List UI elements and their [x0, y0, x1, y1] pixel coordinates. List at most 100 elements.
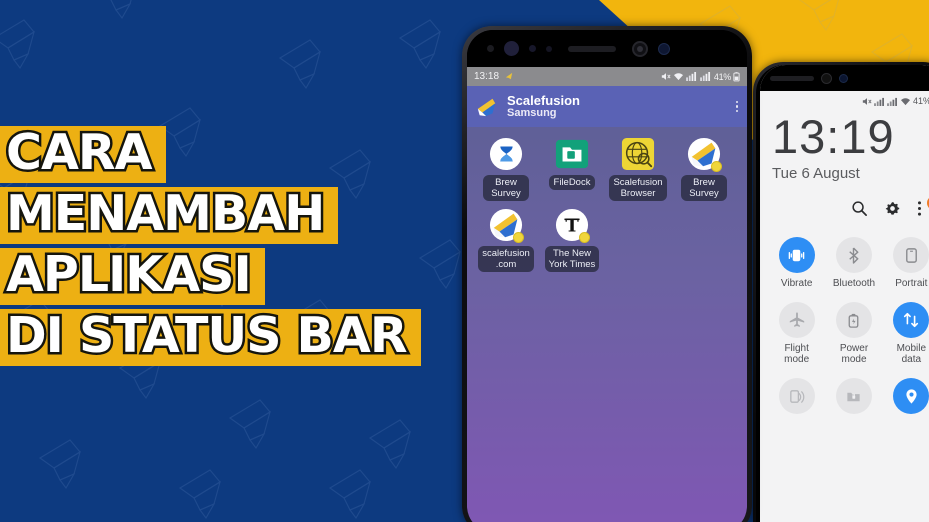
app-row: scalefusion .com T The New York Times	[473, 208, 741, 279]
vibrate-icon	[778, 237, 815, 273]
headline-line-4: DI STATUS BAR	[0, 307, 421, 366]
battery-icon	[733, 71, 740, 82]
app-badge	[579, 232, 590, 243]
proximity-sensor-icon	[504, 41, 519, 56]
overflow-menu-icon[interactable]	[735, 100, 738, 113]
tile-label: Vibrate	[780, 278, 813, 289]
app-label: scalefusion .com	[478, 246, 534, 272]
tile-mobile-data[interactable]: Mobile data	[883, 302, 929, 365]
airplane-icon	[778, 302, 815, 338]
tile-label: Power mode	[839, 343, 869, 365]
earpiece-speaker	[770, 75, 814, 81]
signal-icon-2	[700, 72, 712, 81]
right-phone-actions: N	[760, 182, 929, 217]
earpiece-speaker	[568, 45, 616, 52]
headline-line-3-text: APLIKASI	[4, 246, 255, 303]
app-scalefusion-com[interactable]: scalefusion .com	[473, 208, 539, 272]
wifi-icon	[673, 72, 684, 81]
app-badge	[513, 232, 524, 243]
sensor-dot-icon-2	[529, 45, 536, 52]
headline-line-3: APLIKASI	[0, 246, 265, 305]
tile-label: Flight mode	[784, 343, 810, 365]
app-label: FileDock	[549, 175, 595, 190]
scalefusion-app-bar: Scalefusion Samsung	[467, 86, 747, 127]
signal-icon-2	[887, 97, 898, 106]
app-pin-icon	[505, 72, 514, 81]
search-icon[interactable]	[851, 200, 868, 217]
tile-bluetooth[interactable]: Bluetooth	[825, 237, 882, 289]
nyt-icon: T	[555, 208, 590, 243]
tile-vibrate[interactable]: Vibrate	[768, 237, 825, 289]
front-camera-icon	[839, 73, 848, 83]
tile-portrait[interactable]: Portrait	[883, 237, 929, 289]
secure-folder-icon	[835, 378, 872, 414]
brew-survey-icon	[489, 137, 523, 171]
right-battery-percent: 41%	[912, 96, 929, 106]
tile-nearby-share[interactable]	[768, 378, 825, 419]
right-status-bar: 41%	[760, 91, 929, 111]
mute-icon	[862, 97, 872, 106]
signal-icon	[686, 72, 698, 81]
signal-icon	[874, 97, 885, 106]
tile-label: Bluetooth	[832, 278, 876, 289]
headline-line-1-text: CARA	[4, 124, 156, 181]
right-phone-clock: 13:19	[772, 110, 895, 163]
bluetooth-icon	[835, 237, 872, 273]
tile-label: Portrait	[895, 278, 928, 289]
app-scalefusion-browser[interactable]: Scalefusion Browser	[605, 137, 671, 201]
sensor-dot-icon-3	[546, 45, 552, 52]
scalefusion-browser-icon	[621, 137, 655, 171]
app-row: Brew Survey FileDock Scalefusion Browser…	[473, 137, 741, 208]
app-grid: Brew Survey FileDock Scalefusion Browser…	[467, 127, 747, 279]
tile-label: Mobile data	[896, 343, 927, 365]
app-label: Brew Survey	[483, 175, 529, 201]
scalefusion-plane-icon	[489, 208, 524, 243]
wifi-icon	[900, 97, 911, 106]
app-brew-survey[interactable]: Brew Survey	[473, 137, 539, 201]
scalefusion-plane-icon	[687, 137, 722, 172]
app-label: The New York Times	[544, 246, 600, 272]
left-battery-percent: 41%	[713, 71, 731, 82]
headline-line-4-text: DI STATUS BAR	[4, 307, 411, 364]
right-phone-notch	[760, 65, 929, 91]
right-phone-screen: 41% 13:19 Tue 6 August N	[760, 65, 929, 522]
headline-line-2: MENAMBAH	[0, 186, 339, 244]
left-status-icons: 41%	[661, 72, 740, 82]
filedock-icon	[555, 137, 589, 171]
tile-secure-folder[interactable]	[825, 378, 882, 419]
mobile-data-icon	[893, 302, 929, 338]
left-status-bar: 13:18 41%	[467, 67, 747, 86]
app-bar-titles: Scalefusion Samsung	[507, 94, 580, 120]
tile-power-mode[interactable]: Power mode	[825, 302, 882, 365]
gear-icon[interactable]	[884, 200, 901, 217]
app-new-york-times[interactable]: T The New York Times	[539, 208, 605, 272]
overflow-menu-icon[interactable]: N	[917, 196, 929, 217]
left-phone-screen: 13:18 41% Scalefusion Samsung Brew Surve…	[467, 67, 747, 522]
quick-settings-tiles: Vibrate Bluetooth Portrait Flight mode P…	[760, 217, 929, 419]
sensor-icon	[821, 72, 832, 84]
left-phone: 13:18 41% Scalefusion Samsung Brew Surve…	[462, 26, 752, 522]
power-mode-icon	[835, 302, 872, 338]
app-bar-subtitle: Samsung	[507, 106, 557, 119]
tile-location[interactable]	[883, 378, 929, 419]
nearby-share-icon	[778, 378, 815, 414]
right-phone-date: Tue 6 August	[772, 165, 860, 182]
app-label: Brew Survey	[681, 175, 727, 201]
app-brew-survey-2[interactable]: Brew Survey	[671, 137, 737, 201]
portrait-icon	[893, 237, 929, 273]
headline-line-1: CARA	[0, 124, 166, 183]
front-camera-icon	[658, 42, 670, 55]
right-phone: 41% 13:19 Tue 6 August N	[753, 62, 929, 522]
app-badge	[711, 161, 722, 172]
scalefusion-logo-icon	[476, 96, 498, 118]
left-phone-notch	[467, 30, 747, 67]
headline: CARA MENAMBAH APLIKASI DI STATUS BAR	[0, 124, 421, 370]
tile-flight-mode[interactable]: Flight mode	[768, 302, 825, 365]
app-filedock[interactable]: FileDock	[539, 137, 605, 201]
location-icon	[893, 378, 929, 414]
app-label: Scalefusion Browser	[609, 175, 667, 201]
app-bar-title: Scalefusion	[507, 92, 580, 108]
left-status-time: 13:18	[474, 71, 500, 82]
mute-icon	[661, 72, 671, 81]
right-phone-bezel: 41% 13:19 Tue 6 August N	[756, 65, 929, 522]
